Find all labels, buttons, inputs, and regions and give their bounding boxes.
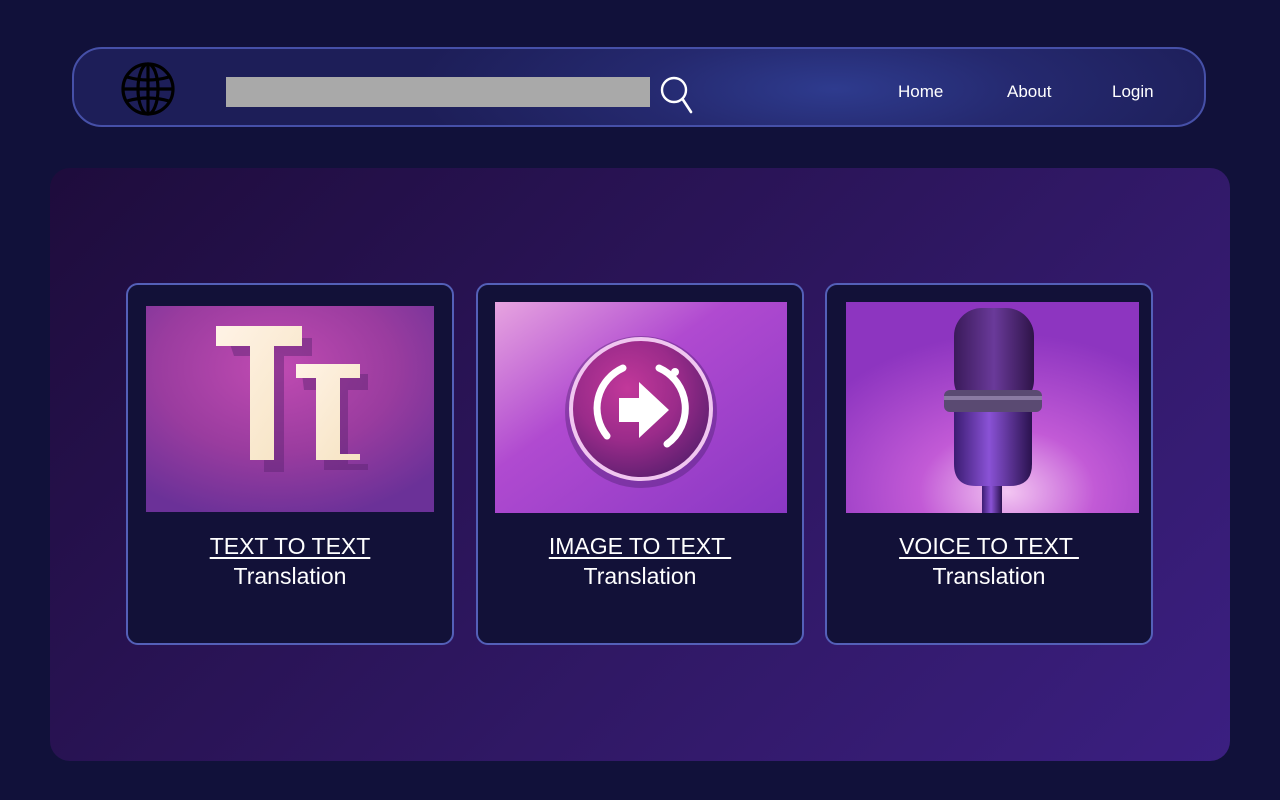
image-translation-image — [495, 302, 787, 513]
card-title[interactable]: IMAGE TO TEXT — [478, 533, 802, 560]
text-translation-image — [146, 306, 434, 512]
microphone-image — [846, 302, 1139, 513]
globe-icon[interactable] — [120, 61, 176, 117]
card-title[interactable]: TEXT TO TEXT — [128, 533, 452, 560]
search-input[interactable] — [226, 77, 650, 107]
nav-login-link[interactable]: Login — [1112, 82, 1154, 102]
nav-home-link[interactable]: Home — [898, 82, 943, 102]
card-subtitle: Translation — [932, 563, 1046, 589]
nav-about-link[interactable]: About — [1007, 82, 1051, 102]
top-navbar: Home About Login — [72, 47, 1206, 127]
search-icon[interactable] — [660, 75, 694, 115]
text-to-text-card[interactable]: TEXT TO TEXT Translation — [126, 283, 454, 645]
card-subtitle: Translation — [583, 563, 697, 589]
card-subtitle: Translation — [233, 563, 347, 589]
main-panel: TEXT TO TEXT Translation IMAGE TO TEXT T… — [50, 168, 1230, 761]
image-to-text-card[interactable]: IMAGE TO TEXT Translation — [476, 283, 804, 645]
voice-to-text-card[interactable]: VOICE TO TEXT Translation — [825, 283, 1153, 645]
card-title[interactable]: VOICE TO TEXT — [827, 533, 1151, 560]
